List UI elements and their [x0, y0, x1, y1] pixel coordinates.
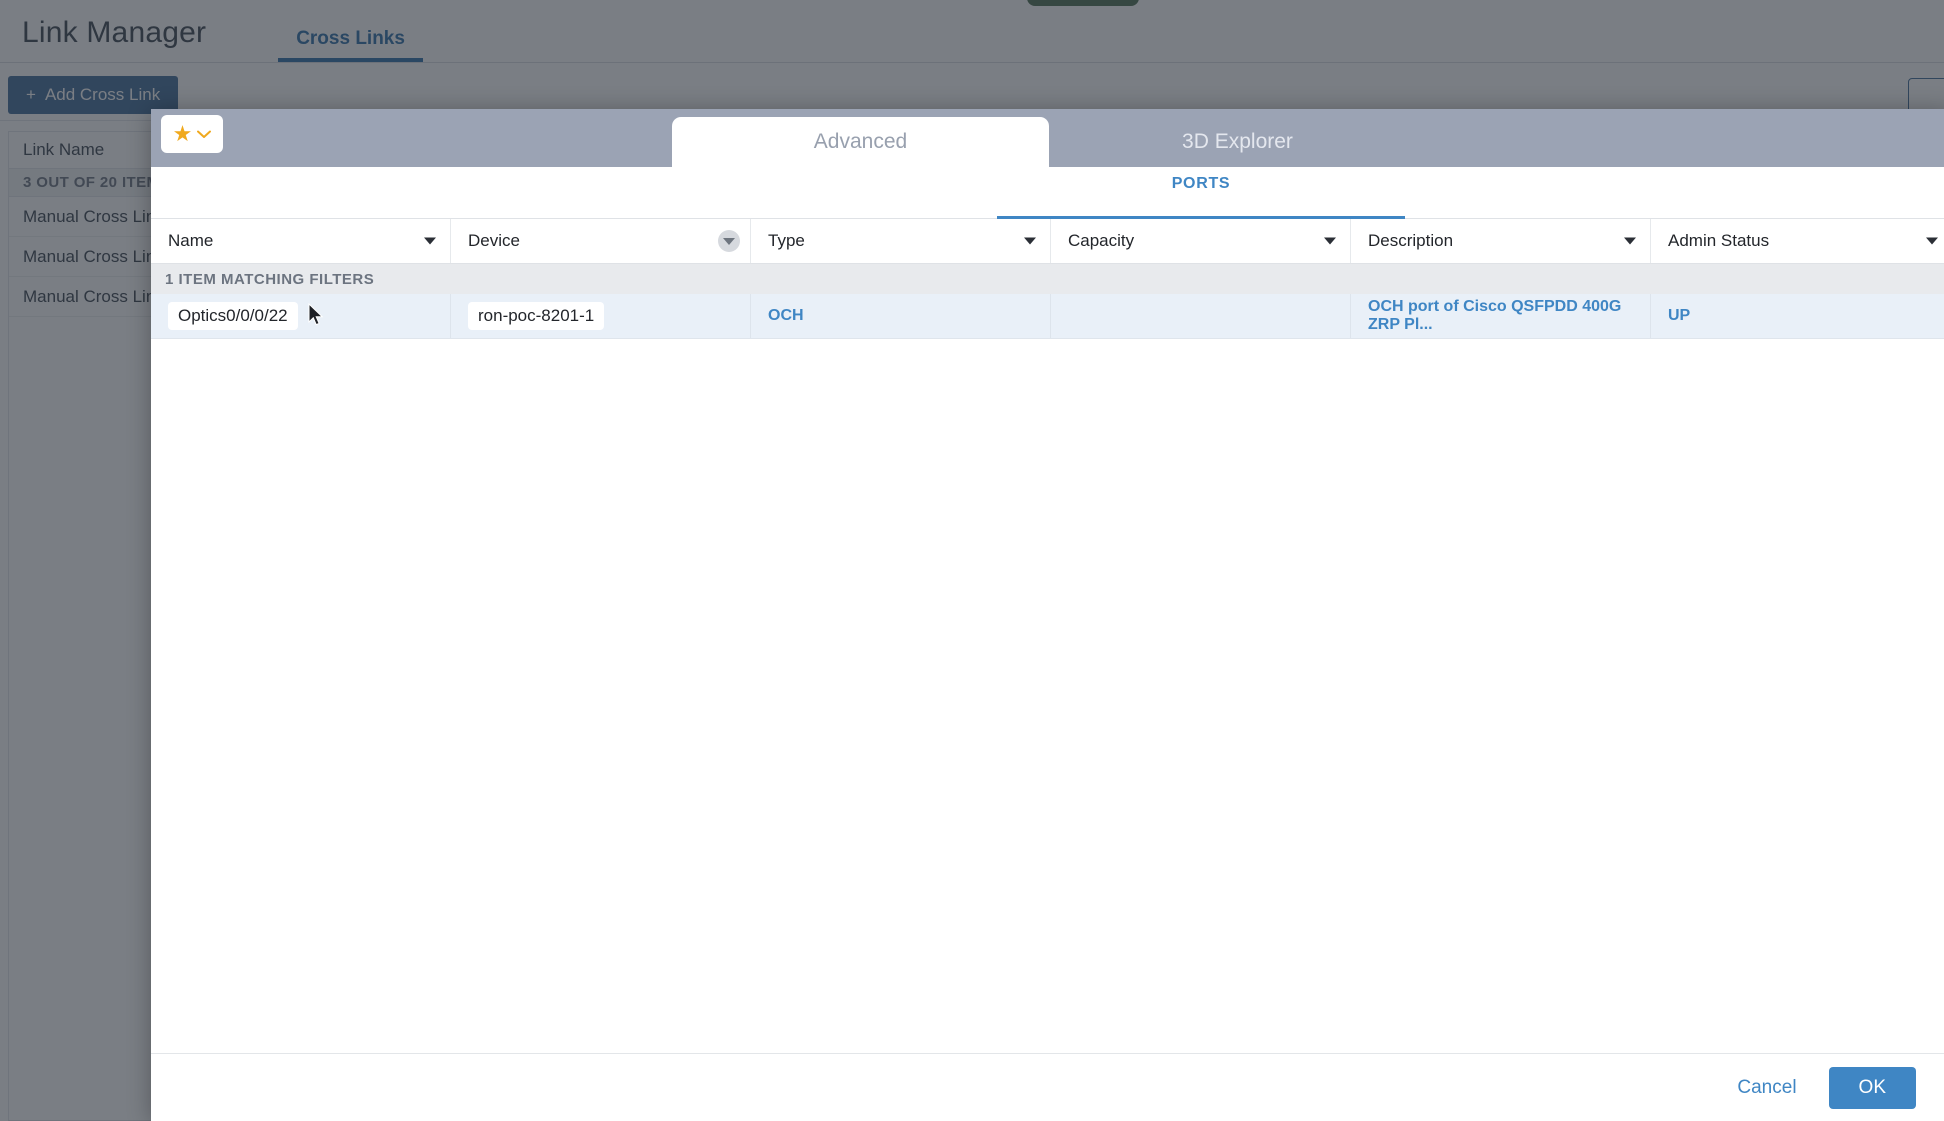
chevron-down-icon[interactable] [424, 237, 436, 245]
cell-admin-status[interactable]: UP [1651, 294, 1944, 338]
cell-capacity[interactable] [1051, 294, 1351, 338]
column-header-admin-status[interactable]: Admin Status [1651, 219, 1944, 263]
cell-name[interactable]: Optics0/0/0/22 [151, 294, 451, 338]
cell-device[interactable]: ron-poc-8201-1 [451, 294, 751, 338]
column-header-type-label: Type [768, 231, 805, 250]
chevron-down-icon[interactable] [1926, 237, 1938, 245]
ok-button[interactable]: OK [1828, 1066, 1916, 1109]
cell-name-value: Optics0/0/0/22 [168, 301, 298, 331]
cell-description-value[interactable]: OCH port of Cisco QSFPDD 400G ZRP Pl... [1368, 298, 1650, 334]
column-header-device-label: Device [468, 231, 520, 250]
chevron-down-icon[interactable] [1624, 237, 1636, 245]
cell-type-value[interactable]: OCH [768, 307, 804, 325]
table-row[interactable]: Optics0/0/0/22 ron-poc-8201-1 OCH OCH po… [151, 294, 1944, 339]
ports-grid: Name Device Type Capacity Description Ad… [151, 219, 1944, 1053]
cancel-button[interactable]: Cancel [1727, 1069, 1806, 1107]
dialog-tabbar: ★ Advanced 3D Explorer [151, 109, 1944, 167]
column-header-description[interactable]: Description [1351, 219, 1651, 263]
column-header-description-label: Description [1368, 231, 1454, 250]
column-header-device[interactable]: Device [451, 219, 751, 263]
subtab-ports[interactable]: PORTS [997, 175, 1405, 219]
grid-empty-area [151, 339, 1944, 1053]
port-selection-dialog: ★ Advanced 3D Explorer PORTS Name Device [151, 109, 1944, 1121]
tab-3d-explorer[interactable]: 3D Explorer [1049, 117, 1426, 167]
tab-advanced[interactable]: Advanced [672, 117, 1049, 167]
column-header-capacity-label: Capacity [1068, 231, 1135, 250]
column-header-name-label: Name [168, 231, 214, 250]
column-header-type[interactable]: Type [751, 219, 1051, 263]
column-header-admin-status-label: Admin Status [1668, 231, 1770, 250]
chevron-down-icon [197, 128, 212, 141]
cell-device-value: ron-poc-8201-1 [468, 301, 605, 331]
chevron-down-icon[interactable] [1324, 237, 1336, 245]
status-badge[interactable]: UP [1668, 307, 1690, 325]
favorites-button[interactable]: ★ [161, 115, 223, 153]
cell-description[interactable]: OCH port of Cisco QSFPDD 400G ZRP Pl... [1351, 294, 1651, 338]
chevron-down-icon[interactable] [1024, 237, 1036, 245]
cell-type[interactable]: OCH [751, 294, 1051, 338]
column-header-capacity[interactable]: Capacity [1051, 219, 1351, 263]
dialog-footer: Cancel OK [151, 1053, 1944, 1121]
filter-active-chevron-down-icon[interactable] [718, 230, 740, 252]
star-icon: ★ [172, 121, 193, 146]
dialog-subtabbar: PORTS [151, 167, 1944, 219]
ports-grid-header: Name Device Type Capacity Description Ad… [151, 219, 1944, 264]
column-header-name[interactable]: Name [151, 219, 451, 263]
matching-filters-count: 1 ITEM MATCHING FILTERS [151, 264, 1944, 294]
